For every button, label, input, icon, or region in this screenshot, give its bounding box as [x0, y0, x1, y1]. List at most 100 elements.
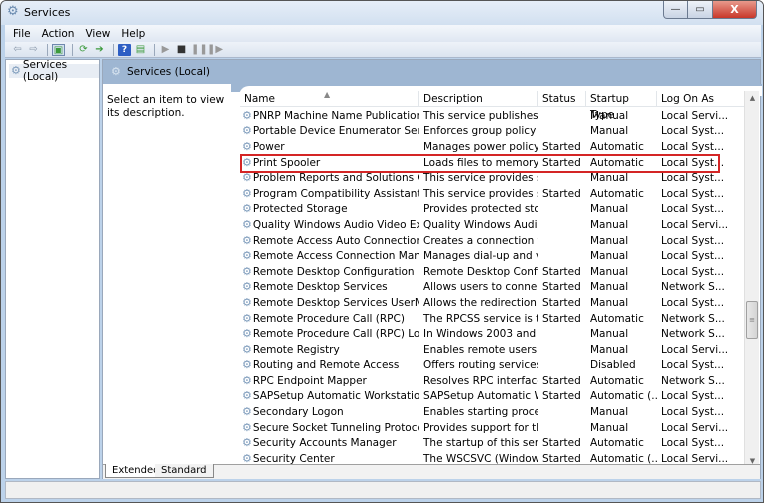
table-row[interactable]: ⚙SAPSetup Automatic Workstation U...SAPS…: [240, 389, 745, 405]
tab-standard[interactable]: Standard: [155, 464, 214, 478]
table-row[interactable]: ⚙Program Compatibility Assistant Ser... T…: [240, 186, 745, 202]
cell-name: ⚙Problem Reports and Solutions Cont...: [240, 172, 419, 184]
service-gear-icon: ⚙: [242, 250, 252, 263]
refresh-icon[interactable]: ⟳: [77, 44, 90, 56]
column-header-log-on-as[interactable]: Log On As: [657, 91, 745, 107]
table-row[interactable]: ⚙Problem Reports and Solutions Cont... Th…: [240, 170, 745, 186]
scroll-thumb[interactable]: ≡: [746, 301, 758, 339]
cell-description: Allows the redirection o...: [423, 296, 538, 309]
table-row[interactable]: ⚙Remote Registry Enables remote users to …: [240, 342, 745, 358]
cell-name: ⚙ Print Spooler: [240, 157, 419, 169]
cell-description: Creates a connection to ...: [423, 234, 538, 247]
cell-startup: Automatic: [590, 437, 644, 450]
tree-item-services-local[interactable]: ⚙ Services (Local): [9, 59, 99, 83]
cell-name: ⚙Remote Procedure Call (RPC) Locator: [240, 328, 419, 340]
cell-name: ⚙ Routing and Remote Access: [240, 359, 419, 371]
cell-logon: Local Syst...: [661, 296, 725, 309]
table-row[interactable]: ⚙Secure Socket Tunneling Protocol Se... P…: [240, 420, 745, 436]
cell-description: Allows users to connect ...: [423, 281, 538, 294]
forward-icon[interactable]: ⇨: [27, 44, 40, 56]
table-row[interactable]: ⚙Protected Storage Provides protected sto…: [240, 202, 745, 218]
cell-description: In Windows 2003 and ea...: [423, 328, 538, 341]
service-name: Portable Device Enumerator Service: [252, 125, 419, 138]
table-row[interactable]: ⚙Remote Access Auto Connection Ma... Crea…: [240, 233, 745, 249]
window-title: Services: [24, 6, 71, 19]
cell-name: ⚙ Remote Procedure Call (RPC): [240, 313, 419, 325]
service-name: Remote Desktop Services: [252, 281, 388, 294]
start-service-icon[interactable]: ▶: [159, 44, 172, 56]
table-row[interactable]: ⚙Quality Windows Audio Video Exper...Qua…: [240, 217, 745, 233]
service-gear-icon: ⚙: [242, 125, 252, 138]
maximize-button[interactable]: ▭: [688, 1, 713, 19]
help-icon[interactable]: ?: [118, 43, 131, 56]
sort-ascending-icon: ▲: [324, 91, 331, 99]
menu-action[interactable]: Action: [42, 28, 75, 40]
table-body: ⚙PNRP Machine Name Publication Se...This…: [240, 108, 745, 467]
menu-view[interactable]: View: [85, 28, 110, 40]
table-row[interactable]: ⚙Secondary Logon Enables starting process…: [240, 404, 745, 420]
table-row[interactable]: ⚙ Security Accounts Manager The startup of…: [240, 435, 745, 451]
toolbar-separator: [154, 43, 155, 56]
cell-startup: Manual: [590, 109, 629, 122]
vertical-scrollbar[interactable]: ▲ ≡ ▼: [744, 91, 759, 469]
menu-file[interactable]: File: [13, 28, 31, 40]
properties-icon[interactable]: ▤: [134, 44, 147, 56]
service-name: Remote Procedure Call (RPC) Locator: [252, 328, 419, 341]
restart-service-icon[interactable]: ❚▶: [207, 44, 223, 56]
service-gear-icon: ⚙: [242, 140, 252, 153]
cell-description: Enables starting process...: [423, 406, 538, 419]
service-name: Protected Storage: [252, 203, 348, 216]
services-gear-icon: ⚙: [11, 64, 21, 77]
cell-startup: Manual: [590, 296, 629, 309]
column-header-description[interactable]: Description: [419, 91, 538, 107]
service-name: Power: [252, 140, 285, 153]
back-icon[interactable]: ⇦: [11, 44, 24, 56]
table-row[interactable]: ⚙Remote Access Connection Manager Manages…: [240, 248, 745, 264]
service-name: Remote Desktop Services UserMode...: [252, 296, 419, 309]
cell-description: This service publishes a ...: [423, 109, 538, 122]
close-button[interactable]: X: [713, 1, 757, 19]
cell-startup: Automatic: [590, 187, 644, 200]
column-header-startup-type[interactable]: Startup Type: [586, 91, 657, 121]
column-header-status[interactable]: Status: [538, 91, 586, 107]
cell-name: ⚙Program Compatibility Assistant Ser...: [240, 188, 419, 200]
service-name: RPC Endpoint Mapper: [252, 374, 367, 387]
table-row[interactable]: ⚙ RPC Endpoint Mapper Resolves RPC interfa…: [240, 373, 745, 389]
column-header-name[interactable]: ▲ Name: [240, 91, 419, 107]
pause-service-icon[interactable]: ❚❚: [191, 44, 208, 56]
cell-logon: Local Syst...: [661, 406, 725, 419]
cell-logon: Network S...: [661, 281, 725, 294]
service-name: Secondary Logon: [252, 406, 344, 419]
column-label: Description: [423, 93, 483, 105]
table-row[interactable]: ⚙ Remote Desktop Configuration Remote Desk…: [240, 264, 745, 280]
table-row[interactable]: ⚙Power Manages power policy a... Started Au…: [240, 139, 745, 155]
cell-startup: Manual: [590, 203, 629, 216]
cell-logon: Local Servi...: [661, 109, 729, 122]
service-gear-icon: ⚙: [242, 390, 252, 403]
cell-logon: Local Servi...: [661, 421, 729, 434]
table-row[interactable]: ⚙PNRP Machine Name Publication Se... This…: [240, 108, 745, 124]
service-gear-icon: ⚙: [242, 359, 252, 372]
table-row[interactable]: ⚙ Routing and Remote Access Offers routing…: [240, 358, 745, 374]
table-row[interactable]: ⚙ Remote Desktop Services Allows users to …: [240, 280, 745, 296]
cell-logon: Local Syst...: [661, 125, 725, 138]
cell-startup: Manual: [590, 250, 629, 263]
menu-help[interactable]: Help: [121, 28, 145, 40]
show-hide-console-tree-icon[interactable]: ▣: [52, 43, 65, 56]
scroll-up-icon[interactable]: ▲: [745, 91, 760, 106]
export-list-icon[interactable]: ➔: [93, 44, 106, 56]
table-row[interactable]: ⚙ Remote Procedure Call (RPC) The RPCSS se…: [240, 311, 745, 327]
table-row[interactable]: ⚙Print Spooler Loads files to memory f...…: [240, 155, 745, 171]
cell-status: Started: [542, 390, 581, 403]
table-row[interactable]: ⚙Remote Procedure Call (RPC) Locator In W…: [240, 326, 745, 342]
cell-name: ⚙ Remote Desktop Services: [240, 281, 419, 293]
minimize-button[interactable]: —: [663, 1, 688, 19]
table-row[interactable]: ⚙Remote Desktop Services UserMode... Allo…: [240, 295, 745, 311]
cell-status: Started: [542, 374, 581, 387]
services-table: ▲ Name Description Status Startup Type L…: [240, 91, 745, 469]
cell-status: Started: [542, 281, 581, 294]
cell-status: Started: [542, 312, 581, 325]
stop-service-icon[interactable]: ■: [175, 44, 188, 56]
table-row[interactable]: ⚙Portable Device Enumerator Service Enfor…: [240, 124, 745, 140]
service-name: Print Spooler: [252, 156, 321, 169]
